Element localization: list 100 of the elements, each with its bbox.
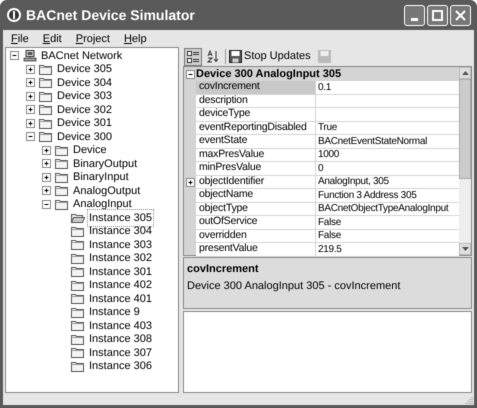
folder-icon (55, 185, 69, 196)
folder-icon (71, 306, 85, 318)
property-value[interactable]: BACnetObjectTypeAnalogInput (316, 202, 459, 216)
save-icon (229, 50, 242, 63)
property-value[interactable]: 0.1 (316, 81, 459, 94)
category-header: Device 300 AnalogInput 305 (196, 66, 342, 82)
menu-item[interactable]: File (5, 30, 35, 46)
property-value[interactable]: False (316, 216, 459, 230)
expand-icon[interactable] (26, 92, 35, 101)
maximize-icon (432, 10, 443, 20)
property-name[interactable]: objectName (196, 189, 316, 202)
minimize-button[interactable] (404, 4, 425, 26)
tree-item[interactable]: Instance 305 (88, 210, 153, 226)
tree-item[interactable]: Device (72, 142, 108, 158)
tree-item[interactable]: Instance 301 (88, 264, 153, 280)
tree-item[interactable]: Instance 306 (88, 358, 153, 374)
expand-icon[interactable] (26, 78, 35, 88)
expand-icon[interactable] (186, 178, 194, 187)
tree-item[interactable]: Instance 403 (88, 318, 153, 334)
folder-icon (39, 118, 53, 129)
property-value[interactable]: 219.5 (316, 243, 459, 256)
tree-item[interactable]: Device 300 (56, 128, 114, 145)
expand-icon[interactable] (42, 146, 51, 155)
collapse-icon[interactable] (10, 51, 19, 60)
folder-icon (55, 144, 69, 156)
folder-icon (71, 293, 85, 304)
scroll-down-icon[interactable] (462, 247, 468, 251)
save-icon (318, 50, 332, 63)
tree-item[interactable]: Device 304 (56, 74, 114, 91)
folder-icon (39, 77, 53, 88)
tree-item[interactable]: BinaryInput (72, 169, 130, 186)
menu-item[interactable]: Help (118, 30, 153, 46)
close-icon (455, 10, 466, 20)
folder-icon (71, 226, 85, 237)
tree-item[interactable]: Device 302 (56, 102, 114, 118)
open-folder-icon (71, 212, 85, 224)
folder-icon (39, 131, 53, 142)
scrollbar[interactable] (459, 67, 471, 255)
property-value[interactable]: True (316, 122, 459, 135)
maximize-button[interactable] (427, 4, 448, 26)
scroll-up-icon[interactable] (462, 71, 468, 75)
collapse-icon[interactable] (186, 70, 194, 78)
property-name[interactable]: eventState (196, 135, 316, 148)
tree-item[interactable]: Instance 307 (88, 344, 153, 361)
folder-icon (71, 252, 85, 264)
window-title: BACnet Device Simulator (26, 6, 195, 24)
app-icon (6, 7, 22, 23)
tree-item[interactable]: Device 303 (56, 88, 114, 104)
property-name[interactable]: deviceType (196, 108, 316, 122)
collapse-icon[interactable] (26, 132, 35, 142)
menu-item[interactable]: Edit (36, 30, 68, 46)
property-name[interactable]: objectType (196, 202, 316, 216)
expand-icon[interactable] (26, 105, 35, 114)
property-value[interactable]: AnalogInput, 305 (316, 176, 459, 189)
resize-grip-icon[interactable] (465, 396, 473, 404)
property-value[interactable]: BACnetEventStateNormal (316, 135, 459, 148)
tree-item[interactable]: BinaryOutput (72, 156, 138, 172)
property-name[interactable]: outOfService (196, 216, 316, 230)
property-name[interactable]: maxPresValue (196, 148, 316, 162)
folder-icon (71, 266, 85, 278)
tree-item[interactable]: Instance 302 (88, 250, 153, 266)
tree-item[interactable]: Instance 304 (88, 223, 153, 240)
computer-icon (23, 50, 37, 62)
property-name[interactable]: covIncrement (196, 81, 316, 94)
folder-icon (71, 280, 85, 291)
tree-item[interactable]: Instance 402 (88, 277, 153, 294)
expand-icon[interactable] (42, 159, 51, 168)
expand-icon[interactable] (42, 172, 51, 182)
property-name[interactable]: minPresValue (196, 162, 316, 176)
expand-icon[interactable] (26, 64, 35, 74)
property-value[interactable]: 1000 (316, 148, 459, 162)
tree-item[interactable]: Instance 308 (88, 331, 153, 348)
property-name[interactable]: eventReportingDisabled (196, 122, 316, 135)
folder-icon (55, 198, 69, 210)
tree-item[interactable]: BACnet Network (40, 48, 124, 64)
minimize-icon (411, 18, 418, 20)
tree-item[interactable]: Device 305 (56, 61, 114, 78)
menu-item[interactable]: Project (70, 30, 116, 46)
tree-item[interactable]: Instance 9 (88, 304, 141, 320)
tree-item[interactable]: AnalogInput (72, 196, 133, 212)
tree-item[interactable]: AnalogOutput (72, 182, 142, 199)
property-name[interactable]: overridden (196, 230, 316, 243)
expand-icon[interactable] (42, 186, 51, 196)
folder-icon (39, 104, 53, 116)
property-value[interactable]: Function 3 Address 305 (316, 189, 459, 202)
property-value[interactable]: False (316, 230, 459, 243)
tree-item[interactable]: Instance 303 (88, 236, 153, 253)
collapse-icon[interactable] (42, 200, 51, 209)
stop-updates-button[interactable]: Stop Updates (229, 48, 314, 66)
expand-icon[interactable] (26, 118, 35, 128)
close-button[interactable] (450, 4, 471, 26)
folder-icon (71, 239, 85, 250)
property-name[interactable]: objectIdentifier (196, 176, 316, 189)
tree-item[interactable]: Instance 401 (88, 290, 153, 307)
property-name[interactable]: presentValue (196, 243, 316, 256)
folder-icon (39, 64, 53, 75)
property-name[interactable]: description (196, 94, 316, 108)
property-value[interactable]: 0 (316, 162, 459, 176)
tree-item[interactable]: Device 301 (56, 115, 114, 132)
categorized-button[interactable] (184, 48, 202, 66)
